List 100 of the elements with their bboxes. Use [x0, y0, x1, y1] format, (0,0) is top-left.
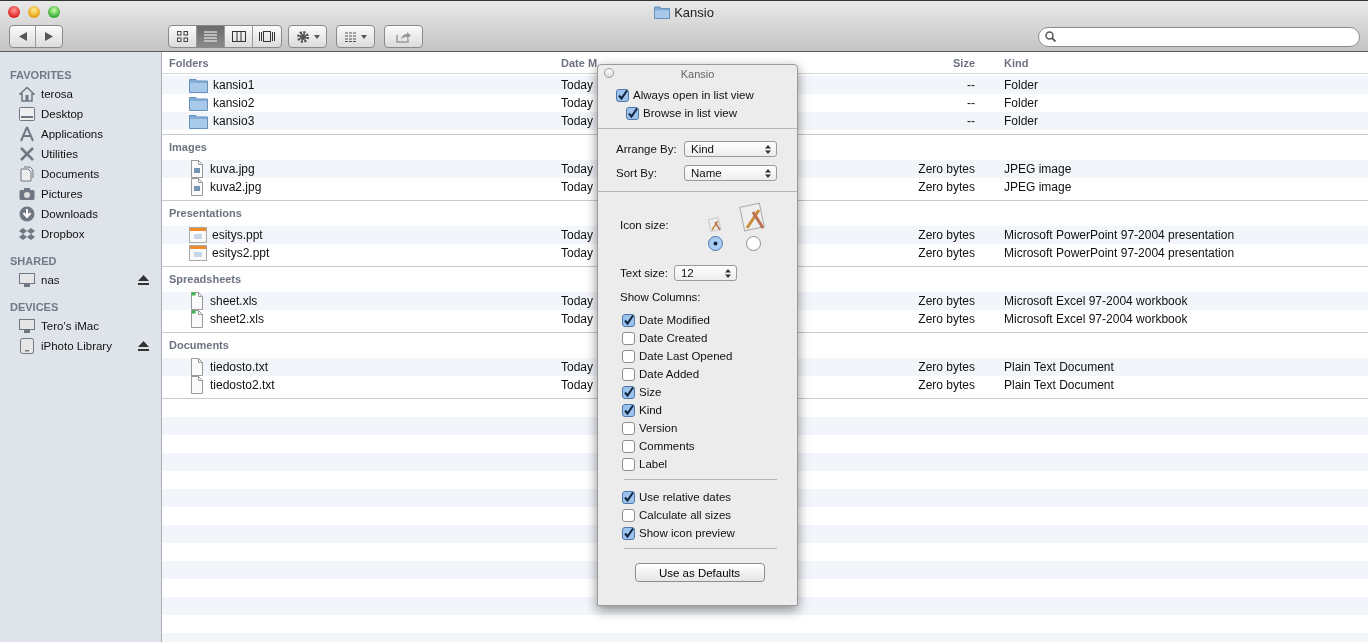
forward-arrow-icon [45, 32, 53, 41]
sidebar-item[interactable]: Desktop [0, 104, 161, 124]
checkbox-label[interactable]: Browse in list view [643, 107, 737, 119]
sidebar-item[interactable]: Utilities [0, 144, 161, 164]
checkbox-label[interactable]: Use relative dates [639, 491, 732, 503]
size-cell: Zero bytes [918, 294, 975, 308]
eject-icon[interactable] [138, 275, 149, 285]
search-field[interactable] [1038, 26, 1360, 47]
stepper-arrows-icon [765, 168, 771, 178]
checkbox[interactable] [622, 490, 635, 504]
date-cell: Today [561, 312, 594, 326]
checkbox[interactable] [622, 526, 635, 540]
close-button[interactable] [8, 6, 20, 18]
date-cell: Today [561, 294, 594, 308]
radio-button[interactable] [707, 236, 723, 251]
column-header[interactable]: Size [953, 56, 975, 69]
spreadsheet-file-icon [189, 310, 205, 328]
stepper-arrows-icon [724, 268, 731, 278]
small-document-icon [708, 217, 722, 232]
checkbox-label[interactable]: Always open in list view [633, 89, 754, 101]
kind-cell: Microsoft Excel 97-2004 workbook [1004, 312, 1188, 326]
arrange-menu-button[interactable] [336, 25, 375, 48]
sidebar-item[interactable]: Downloads [0, 204, 161, 224]
documents-icon [18, 166, 35, 182]
eject-icon[interactable] [138, 341, 149, 351]
sidebar-item[interactable]: Tero’s iMac [0, 316, 161, 336]
sidebar-item[interactable]: terosa [0, 84, 161, 104]
dropbox-icon [18, 226, 35, 242]
checkbox[interactable] [622, 439, 635, 453]
panel-title: Kansio [680, 67, 715, 80]
checkbox-label[interactable]: Date Last Opened [639, 350, 733, 362]
checkbox-label[interactable]: Calculate all sizes [639, 509, 732, 521]
kind-cell: Folder [1004, 96, 1038, 110]
use-as-defaults-button[interactable]: Use as Defaults [634, 563, 765, 582]
checkbox-label[interactable]: Comments [639, 440, 695, 452]
checkbox-label[interactable]: Date Modified [639, 314, 710, 326]
kind-cell: JPEG image [1004, 162, 1072, 176]
window-title: Kansio [674, 5, 714, 20]
checkbox[interactable] [622, 331, 635, 345]
group-heading: Documents [168, 338, 229, 351]
size-cell: -- [967, 96, 975, 110]
checkbox[interactable] [622, 403, 635, 417]
cover-flow-icon [259, 31, 275, 42]
checkbox[interactable] [622, 508, 635, 522]
kind-cell: JPEG image [1004, 180, 1072, 194]
checkbox-label[interactable]: Show icon preview [639, 527, 735, 539]
checkbox-label[interactable]: Date Added [639, 368, 700, 380]
size-cell: Zero bytes [918, 378, 975, 392]
popup-menu[interactable]: Kind [684, 141, 777, 157]
kind-cell: Plain Text Document [1004, 378, 1114, 392]
back-arrow-icon [18, 32, 27, 41]
checkbox-label[interactable]: Size [639, 386, 662, 398]
checkbox[interactable] [626, 106, 639, 120]
sidebar-item[interactable]: iPhoto Library [0, 336, 161, 356]
field-label: Sort By: [616, 167, 658, 179]
checkbox[interactable] [622, 349, 635, 363]
date-cell: Today [561, 162, 594, 176]
icon-grid-icon [177, 31, 188, 42]
checkbox[interactable] [622, 421, 635, 435]
file-name: kansio1 [213, 78, 255, 92]
checkbox[interactable] [622, 367, 635, 381]
checkbox-label[interactable]: Kind [639, 404, 663, 416]
folder-icon [189, 77, 208, 93]
large-document-icon [739, 202, 767, 232]
column-header[interactable]: Kind [1004, 56, 1029, 69]
file-name: esitys.ppt [212, 228, 263, 242]
list-icon [204, 31, 217, 42]
date-cell: Today [561, 96, 594, 110]
column-header[interactable]: Date M [561, 56, 598, 69]
checkbox[interactable] [622, 313, 635, 327]
caret-icon [360, 34, 367, 39]
date-cell: Today [561, 228, 594, 242]
sidebar-item[interactable]: Applications [0, 124, 161, 144]
sidebar-item[interactable]: Pictures [0, 184, 161, 204]
drive-icon [19, 338, 34, 354]
action-menu-button[interactable] [288, 25, 327, 48]
share-icon [396, 30, 411, 43]
folder-icon [189, 113, 208, 129]
radio-button[interactable] [745, 236, 761, 251]
sidebar-item[interactable]: Dropbox [0, 224, 161, 244]
size-cell: Zero bytes [918, 180, 975, 194]
share-button[interactable] [384, 25, 423, 48]
file-name: kansio3 [213, 114, 255, 128]
size-cell: Zero bytes [918, 246, 975, 260]
popup-menu[interactable]: 12 [673, 265, 737, 281]
columns-icon [231, 31, 246, 42]
checkbox-label[interactable]: Label [639, 458, 668, 470]
checkbox-label[interactable]: Date Created [639, 332, 708, 344]
sidebar-item[interactable]: nas [0, 270, 161, 290]
caret-icon [313, 34, 320, 39]
checkbox-label[interactable]: Version [639, 422, 678, 434]
sidebar-item[interactable]: Documents [0, 164, 161, 184]
file-name: kansio2 [213, 96, 255, 110]
checkbox[interactable] [622, 385, 635, 399]
date-cell: Today [561, 246, 594, 260]
group-heading: Images [168, 140, 207, 153]
kind-cell: Plain Text Document [1004, 360, 1114, 374]
checkbox[interactable] [616, 88, 629, 102]
popup-menu[interactable]: Name [684, 165, 777, 181]
checkbox[interactable] [622, 457, 635, 471]
